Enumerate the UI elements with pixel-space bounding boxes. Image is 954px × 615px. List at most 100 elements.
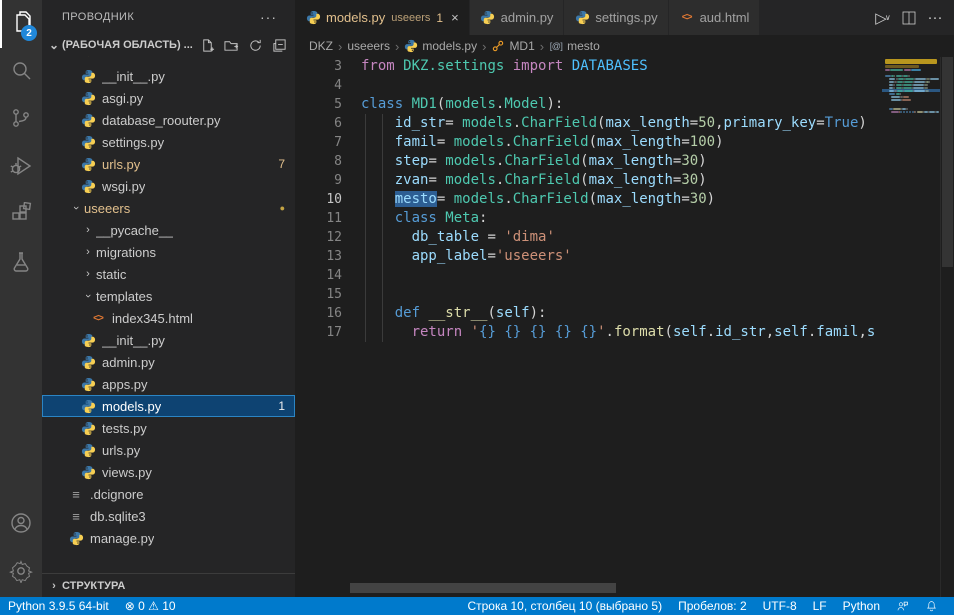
workspace-section-header[interactable]: ⌄ (РАБОЧАЯ ОБЛАСТЬ) ... bbox=[42, 34, 295, 56]
activity-item-accounts[interactable] bbox=[0, 501, 42, 549]
python-file-icon bbox=[574, 10, 590, 26]
tree-item[interactable]: ›useeers● bbox=[42, 197, 295, 219]
python-file-icon bbox=[80, 134, 96, 150]
status-language-mode[interactable]: Python bbox=[835, 597, 888, 615]
tree-item[interactable]: __init__.py bbox=[42, 65, 295, 87]
run-python-icon[interactable]: ▷∨ bbox=[872, 7, 894, 29]
minimap-line bbox=[885, 65, 919, 68]
refresh-icon[interactable] bbox=[247, 37, 263, 53]
breadcrumb-item-DKZ[interactable]: DKZ bbox=[309, 39, 333, 53]
tab-settings.py[interactable]: settings.py bbox=[564, 0, 668, 35]
activity-item-testing[interactable] bbox=[0, 240, 42, 288]
tree-item[interactable]: tests.py bbox=[42, 417, 295, 439]
tree-item[interactable]: ›templates bbox=[42, 285, 295, 307]
status-indentation[interactable]: Пробелов: 2 bbox=[670, 597, 755, 615]
tree-item[interactable]: settings.py bbox=[42, 131, 295, 153]
activity-item-search[interactable] bbox=[0, 48, 42, 96]
code-line[interactable]: 13 app_label='useeers' bbox=[295, 247, 954, 266]
activity-item-manage[interactable] bbox=[0, 549, 42, 597]
outline-section-header[interactable]: › СТРУКТУРА bbox=[42, 573, 295, 597]
minimap-token bbox=[927, 84, 928, 86]
tree-item[interactable]: ›__pycache__ bbox=[42, 219, 295, 241]
html-file-icon: <> bbox=[90, 310, 106, 326]
horizontal-scrollbar[interactable] bbox=[350, 583, 616, 593]
minimap-token bbox=[903, 111, 905, 113]
tree-item[interactable]: admin.py bbox=[42, 351, 295, 373]
indent-guide bbox=[382, 114, 383, 342]
breadcrumb-item-models.py[interactable]: models.py bbox=[404, 39, 477, 53]
tab-dir-hint: useeers bbox=[391, 12, 430, 24]
tree-item[interactable]: wsgi.py bbox=[42, 175, 295, 197]
code-line[interactable]: 6 id_str= models.CharField(max_length=50… bbox=[295, 114, 954, 133]
activity-item-run-and-debug[interactable] bbox=[0, 144, 42, 192]
minimap-token bbox=[898, 78, 904, 80]
tree-item[interactable]: indexelement bbox=[42, 56, 295, 65]
status-encoding[interactable]: UTF-8 bbox=[755, 597, 805, 615]
minimap-token bbox=[902, 99, 911, 101]
tab-close-icon[interactable]: × bbox=[451, 10, 459, 25]
code-line[interactable]: 14 bbox=[295, 266, 954, 285]
minimap[interactable] bbox=[882, 57, 940, 597]
minimap-token bbox=[906, 108, 908, 110]
code-line[interactable]: 15 bbox=[295, 285, 954, 304]
tree-item[interactable]: ≡db.sqlite3 bbox=[42, 505, 295, 527]
tab-aud.html[interactable]: <>aud.html bbox=[669, 0, 761, 35]
tab-models.py[interactable]: models.pyuseeers1× bbox=[295, 0, 470, 35]
tree-item[interactable]: ≡.dcignore bbox=[42, 483, 295, 505]
tree-item[interactable]: urls.py7 bbox=[42, 153, 295, 175]
split-editor-icon[interactable] bbox=[898, 7, 920, 29]
more-actions-icon[interactable]: ··· bbox=[924, 7, 946, 29]
breadcrumb-item-useeers[interactable]: useeers bbox=[347, 39, 390, 53]
code-line[interactable]: 11 class Meta: bbox=[295, 209, 954, 228]
breadcrumb-separator-icon: › bbox=[395, 39, 399, 54]
status-problems[interactable]: ⊗ 0 ⚠ 10 bbox=[117, 597, 184, 615]
tree-item[interactable]: views.py bbox=[42, 461, 295, 483]
status-notifications-bell-icon[interactable] bbox=[917, 597, 946, 615]
tree-item[interactable]: __init__.py bbox=[42, 329, 295, 351]
vertical-scrollbar[interactable] bbox=[940, 57, 954, 597]
code-line[interactable]: 8 step= models.CharField(max_length=30) bbox=[295, 152, 954, 171]
code-line[interactable]: 4 bbox=[295, 76, 954, 95]
code-line[interactable]: 16 def __str__(self): bbox=[295, 304, 954, 323]
code-line[interactable]: 3from DKZ.settings import DATABASES bbox=[295, 57, 954, 76]
status-feedback-icon[interactable] bbox=[888, 597, 917, 615]
code-line[interactable]: 7 famil= models.CharField(max_length=100… bbox=[295, 133, 954, 152]
status-python-3-9-5-64-bit[interactable]: Python 3.9.5 64-bit bbox=[0, 597, 117, 615]
breadcrumb-item-MD1[interactable]: MD1 bbox=[491, 39, 534, 53]
tree-item[interactable]: <>index345.html bbox=[42, 307, 295, 329]
status-eol[interactable]: LF bbox=[805, 597, 835, 615]
views-more-actions-icon[interactable]: ··· bbox=[260, 9, 277, 25]
tree-item[interactable]: manage.py bbox=[42, 527, 295, 549]
tree-item[interactable]: apps.py bbox=[42, 373, 295, 395]
activity-item-source-control[interactable] bbox=[0, 96, 42, 144]
vertical-scrollbar-thumb[interactable] bbox=[942, 57, 953, 267]
tab-admin.py[interactable]: admin.py bbox=[470, 0, 565, 35]
status-cursor-position[interactable]: Строка 10, столбец 10 (выбрано 5) bbox=[459, 597, 670, 615]
activity-item-explorer[interactable]: 2 bbox=[0, 0, 42, 48]
breadcrumb-separator-icon: › bbox=[482, 39, 486, 54]
code-line[interactable]: 12 db_table = 'dima' bbox=[295, 228, 954, 247]
python-file-icon bbox=[80, 56, 96, 58]
tree-item[interactable]: ›static bbox=[42, 263, 295, 285]
tree-item[interactable]: ›migrations bbox=[42, 241, 295, 263]
tree-item[interactable]: models.py1 bbox=[42, 395, 295, 417]
code-editor[interactable]: 3from DKZ.settings import DATABASES45cla… bbox=[295, 57, 954, 597]
code-line[interactable]: 10 mesto= models.CharField(max_length=30… bbox=[295, 190, 954, 209]
code-line-text bbox=[342, 76, 361, 95]
new-folder-icon[interactable] bbox=[223, 37, 239, 53]
code-line[interactable]: 17 return '{} {} {} {} {}'.format(self.i… bbox=[295, 323, 954, 342]
collapse-all-icon[interactable] bbox=[271, 37, 287, 53]
activity-item-extensions[interactable] bbox=[0, 192, 42, 240]
minimap-token bbox=[903, 96, 909, 98]
explorer-sidebar: ПРОВОДНИК ··· ⌄ (РАБОЧАЯ ОБЛАСТЬ) ... in… bbox=[42, 0, 295, 597]
breadcrumb-item-mesto[interactable]: [@]mesto bbox=[549, 39, 600, 53]
code-line[interactable]: 5class MD1(models.Model): bbox=[295, 95, 954, 114]
minimap-token bbox=[903, 84, 912, 86]
new-file-icon[interactable] bbox=[199, 37, 215, 53]
code-line[interactable]: 9 zvan= models.CharField(max_length=30) bbox=[295, 171, 954, 190]
tree-item[interactable]: database_roouter.py bbox=[42, 109, 295, 131]
tree-item[interactable]: asgi.py bbox=[42, 87, 295, 109]
line-number: 17 bbox=[295, 323, 342, 342]
tree-item[interactable]: urls.py bbox=[42, 439, 295, 461]
line-number: 13 bbox=[295, 247, 342, 266]
